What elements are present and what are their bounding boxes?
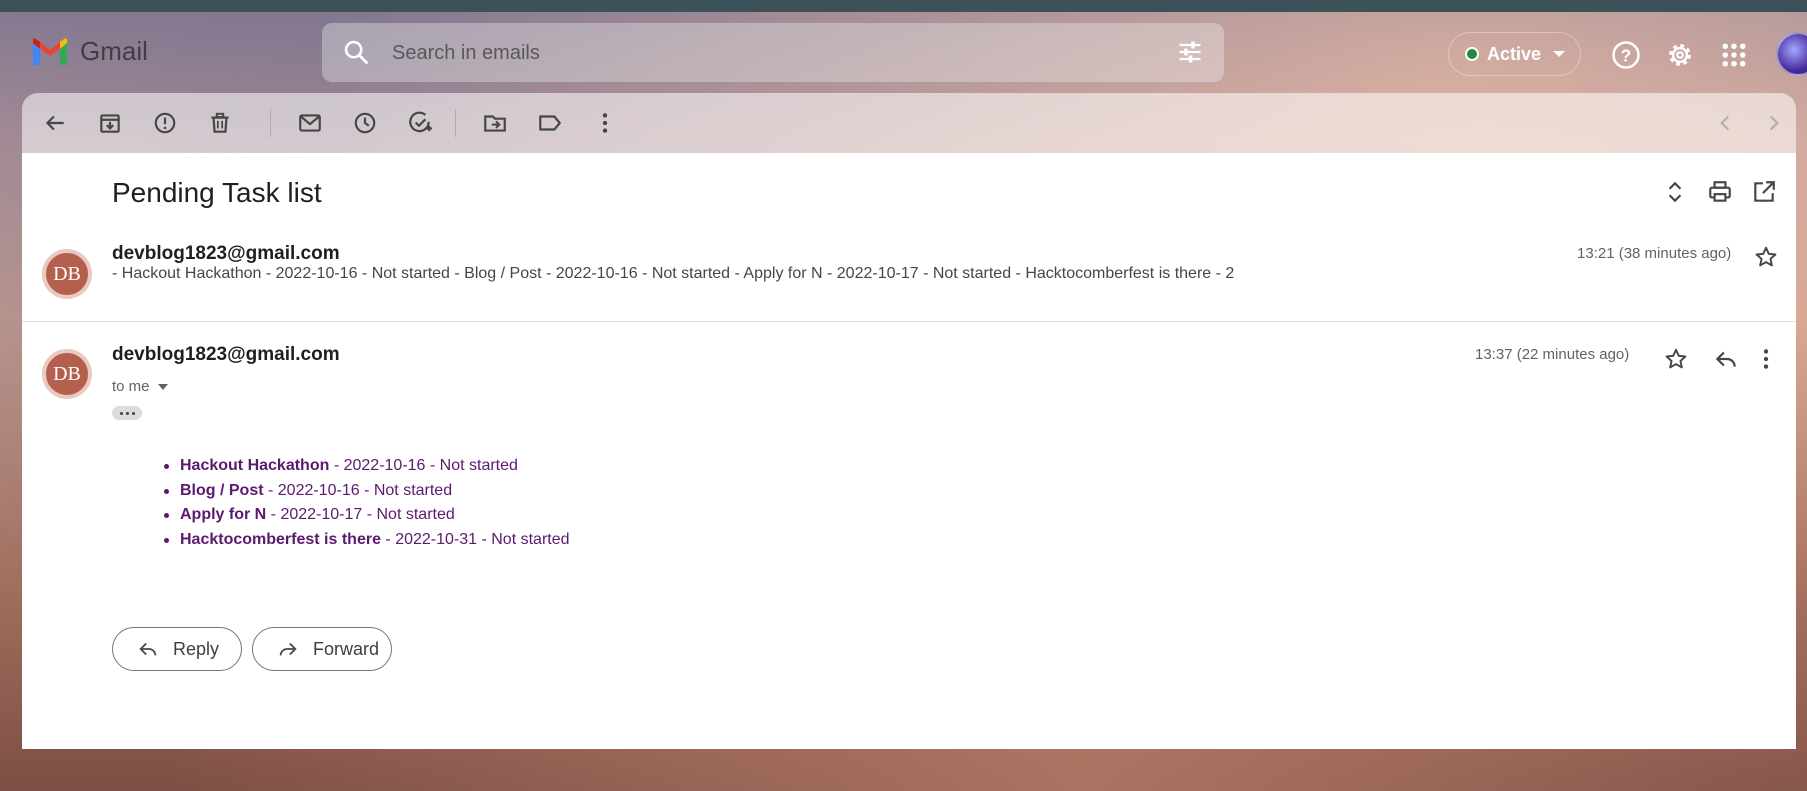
newer-icon[interactable] <box>1712 110 1738 136</box>
task-name: Hackout Hackathon <box>180 457 330 474</box>
toolbar-divider <box>270 109 271 137</box>
star-icon[interactable] <box>1663 346 1689 372</box>
status-label: Active <box>1487 43 1542 64</box>
message-view: Pending Task list DB devblog1823@gmail.c… <box>22 93 1796 749</box>
svg-text:?: ? <box>1621 45 1632 65</box>
task-detail: - 2022-10-31 - Not started <box>380 530 570 548</box>
task-list: Hackout Hackathon - 2022-10-16 - Not sta… <box>162 454 570 552</box>
message-time: 13:37 (22 minutes ago) <box>1475 346 1630 363</box>
archive-icon[interactable] <box>97 110 123 136</box>
message-toolbar <box>22 93 1796 153</box>
delete-icon[interactable] <box>207 110 233 136</box>
reply-label: Reply <box>173 638 220 659</box>
show-trimmed-content-button[interactable] <box>112 406 142 420</box>
thread-subject: Pending Task list <box>112 177 322 208</box>
mark-unread-icon[interactable] <box>297 110 323 136</box>
reply-button[interactable]: Reply <box>112 627 242 671</box>
task-detail: - 2022-10-16 - Not started <box>329 457 518 474</box>
task-detail: - 2022-10-17 - Not started <box>266 506 455 523</box>
task-name: Hacktocomberfest is there <box>180 530 381 548</box>
list-item: Apply for N - 2022-10-17 - Not started <box>162 503 570 528</box>
open-new-window-icon[interactable] <box>1751 179 1777 205</box>
more-icon[interactable] <box>592 110 618 136</box>
chevron-down-icon <box>1553 51 1566 57</box>
account-avatar[interactable] <box>1776 32 1807 76</box>
report-spam-icon[interactable] <box>152 110 178 136</box>
thread-content: Pending Task list DB devblog1823@gmail.c… <box>22 153 1796 749</box>
message-snippet[interactable]: - Hackout Hackathon - 2022-10-16 - Not s… <box>112 265 1234 283</box>
older-icon[interactable] <box>1761 110 1787 136</box>
gmail-m-icon <box>33 37 67 65</box>
reply-icon[interactable] <box>1713 346 1739 372</box>
gmail-wordmark: Gmail <box>80 36 148 66</box>
toolbar-divider <box>455 109 456 137</box>
chevron-down-icon <box>157 383 168 390</box>
reply-icon <box>139 642 157 656</box>
status-selector[interactable]: Active <box>1448 32 1581 76</box>
back-icon[interactable] <box>42 110 68 136</box>
move-to-icon[interactable] <box>482 110 508 136</box>
list-item: Hackout Hackathon - 2022-10-16 - Not sta… <box>162 454 570 479</box>
sender-email[interactable]: devblog1823@gmail.com <box>112 243 340 265</box>
search-input[interactable] <box>392 37 1152 69</box>
sender-email[interactable]: devblog1823@gmail.com <box>112 344 340 366</box>
task-detail: - 2022-10-16 - Not started <box>263 481 453 499</box>
search-bar <box>322 23 1224 82</box>
task-name: Blog / Post <box>180 481 264 499</box>
apps-icon[interactable] <box>1719 40 1749 70</box>
message-divider <box>22 321 1796 322</box>
add-task-icon[interactable] <box>407 110 433 136</box>
list-item: Hacktocomberfest is there - 2022-10-31 -… <box>162 528 570 553</box>
list-item: Blog / Post - 2022-10-16 - Not started <box>162 479 570 504</box>
print-icon[interactable] <box>1707 179 1733 205</box>
star-icon[interactable] <box>1753 244 1779 270</box>
more-icon[interactable] <box>1753 346 1779 372</box>
forward-icon <box>279 642 297 656</box>
header: Gmail Active ? <box>0 12 1807 92</box>
recipient-details[interactable]: to me <box>112 378 168 395</box>
gmail-logo[interactable]: Gmail <box>30 36 148 67</box>
avatar: DB <box>42 249 92 299</box>
snooze-icon[interactable] <box>352 110 378 136</box>
search-icon[interactable] <box>342 38 370 66</box>
expand-all-icon[interactable] <box>1662 179 1688 205</box>
message-time: 13:21 (38 minutes ago) <box>1577 245 1732 262</box>
recipient-label: to me <box>112 378 150 395</box>
avatar: DB <box>42 349 92 399</box>
window-top-strip <box>0 0 1807 12</box>
task-name: Apply for N <box>180 506 267 523</box>
label-icon[interactable] <box>537 110 563 136</box>
active-status-dot <box>1465 47 1479 61</box>
forward-button[interactable]: Forward <box>252 627 392 671</box>
help-icon[interactable]: ? <box>1611 40 1641 70</box>
gear-icon[interactable] <box>1665 40 1695 70</box>
forward-label: Forward <box>313 638 380 659</box>
tune-icon[interactable] <box>1176 38 1204 66</box>
